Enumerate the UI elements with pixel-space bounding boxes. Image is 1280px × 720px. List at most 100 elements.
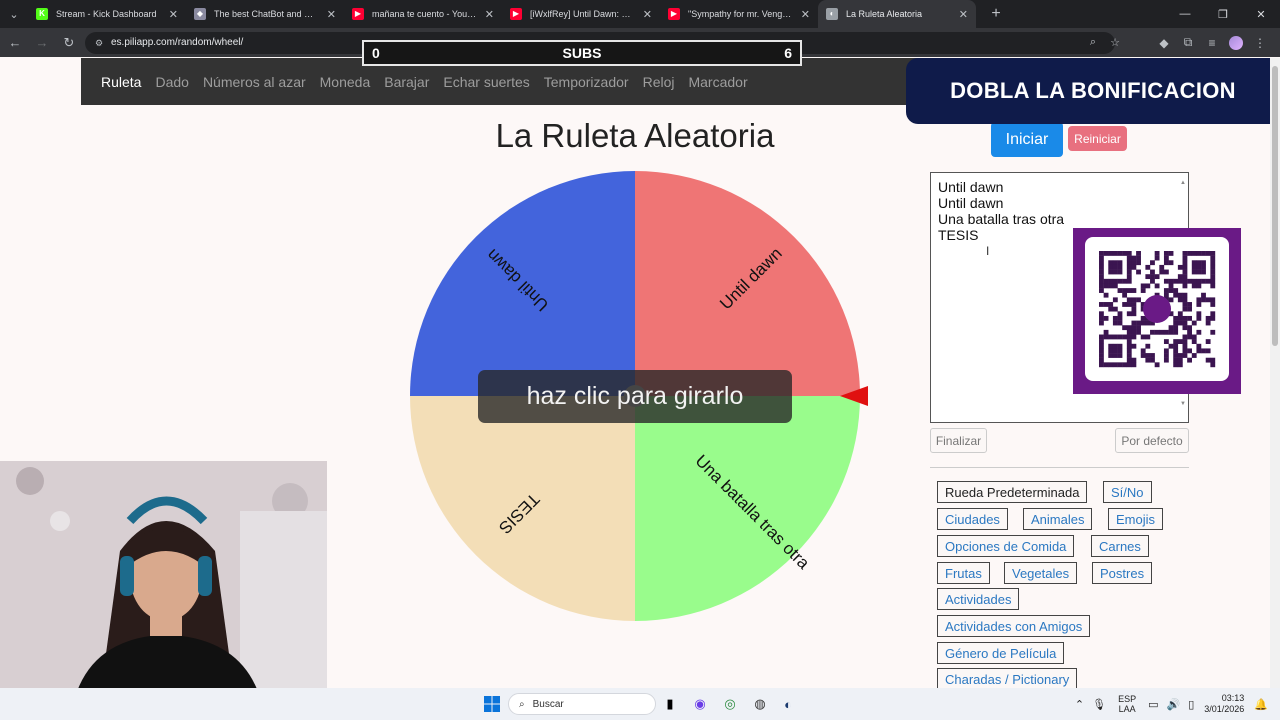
reload-icon[interactable]: ↻ [57,31,81,55]
site-nav-item[interactable]: Reloj [643,74,675,90]
subs-left-count: 0 [372,45,380,61]
close-tab-icon[interactable]: ✕ [643,8,652,21]
scroll-up-icon[interactable]: ▲ [1180,175,1186,191]
site-nav-item[interactable]: Echar suertes [443,74,529,90]
task-view-icon[interactable]: ▮ [660,694,680,714]
reset-button[interactable]: Reiniciar [1068,126,1127,151]
clock[interactable]: 03:13 3/01/2026 [1204,693,1244,715]
address-url: es.piliapp.com/random/wheel/ [111,37,244,48]
close-tab-icon[interactable]: ✕ [801,8,810,21]
zoom-icon[interactable]: ⌕ [1082,36,1104,49]
browser-menu-icon[interactable]: ⋮ [1248,36,1272,50]
finish-button[interactable]: Finalizar [930,428,987,453]
site-nav-item[interactable]: Moneda [320,74,371,90]
tab-title: mañana te cuento - YouTube [372,9,479,19]
default-button[interactable]: Por defecto [1115,428,1189,453]
preset-button[interactable]: Emojis [1108,508,1164,530]
preset-button[interactable]: Postres [1092,562,1153,584]
network-icon[interactable]: ▭ [1148,698,1158,711]
tab-title: "Sympathy for mr. Vengeance" [688,9,795,19]
window-controls: — ❐ ✕ [1166,0,1280,28]
battery-icon[interactable]: ▯ [1188,698,1194,711]
preset-button[interactable]: Carnes [1091,535,1149,557]
language-indicator[interactable]: ESP LAA [1118,694,1136,714]
notification-bell-icon[interactable]: 🔔 [1254,698,1268,711]
browser-tab[interactable]: K Stream - Kick Dashboard ✕ [28,0,186,28]
minimize-icon[interactable]: — [1166,0,1204,28]
close-tab-icon[interactable]: ✕ [485,8,494,21]
preset-button[interactable]: Frutas [937,562,990,584]
browser-tab[interactable]: ▶ mañana te cuento - YouTube ✕ [344,0,502,28]
clock-date: 3/01/2026 [1204,704,1245,714]
extension-icon[interactable]: ◆ [1152,36,1176,50]
lang-code: ESP [1118,694,1137,704]
preset-button[interactable]: Opciones de Comida [937,535,1075,557]
back-icon[interactable]: ← [3,31,27,55]
scrollbar-thumb[interactable] [1272,66,1278,346]
kick-icon: K [36,8,48,20]
tab-title: Stream - Kick Dashboard [56,9,157,19]
profile-avatar[interactable] [1229,35,1243,50]
discord-icon[interactable]: ◉ [690,694,710,714]
bookmark-star-icon[interactable]: ☆ [1104,36,1126,49]
subs-right-count: 6 [784,45,792,61]
omnibox-actions: ⌕ ☆ [1082,28,1126,57]
tab-search-icon[interactable]: ⌄ [0,0,28,28]
webcam-person-image [0,461,327,720]
site-nav-item[interactable]: Barajar [384,74,429,90]
taskbar-search-placeholder: Buscar [532,698,564,710]
browser-tab-strip: ⌄ K Stream - Kick Dashboard ✕ ◆ The best Cha… [0,0,1280,28]
scroll-down-icon[interactable]: ▼ [1180,396,1186,412]
preset-button[interactable]: Género de Película [937,642,1065,664]
browser-tab[interactable]: ▶ [iWxlfRey] Until Dawn: Noche d ✕ [502,0,660,28]
preset-button[interactable]: Animales [1023,508,1093,530]
page-scrollbar[interactable] [1270,58,1280,688]
site-info-icon[interactable]: ⚙ [93,37,105,49]
preset-button[interactable]: Actividades [937,588,1020,610]
youtube-icon: ▶ [510,8,522,20]
extensions-puzzle-icon[interactable]: ⧉ [1176,35,1200,50]
streamelements-icon: ◆ [194,8,206,20]
qr-code-overlay [1073,228,1241,394]
microphone-icon[interactable]: 🎙 [1092,698,1106,711]
windows-start-icon[interactable] [482,694,502,714]
subs-counter-overlay: 0 SUBS 6 [362,40,802,66]
volume-icon[interactable]: 🔊 [1166,698,1180,711]
start-button[interactable]: Iniciar [991,122,1063,157]
browser-tab[interactable]: ▶ "Sympathy for mr. Vengeance" ✕ [660,0,818,28]
preset-button[interactable]: Rueda Predeterminada [937,481,1088,503]
obs-icon[interactable]: ◍ [750,694,770,714]
steam-icon[interactable]: ◐ [778,694,798,714]
site-nav-item[interactable]: Marcador [688,74,747,90]
taskbar-search[interactable]: ⌕ Buscar [508,693,656,715]
search-icon: ⌕ [519,698,525,710]
close-tab-icon[interactable]: ✕ [959,8,968,21]
tab-title: [iWxlfRey] Until Dawn: Noche d [530,9,637,19]
close-window-icon[interactable]: ✕ [1242,0,1280,28]
tray-overflow-icon[interactable]: ⌃ [1075,698,1084,711]
preset-button[interactable]: Ciudades [937,508,1008,530]
spin-hint-overlay[interactable]: haz clic para girarlo [478,370,792,423]
close-tab-icon[interactable]: ✕ [169,8,178,21]
tab-title: The best ChatBot and Widgets [214,9,321,19]
reading-list-icon[interactable]: ≡ [1200,36,1224,50]
taskbar: ⌕ Buscar ▮ ◉ ◎ ◍ ◐ ⌃ 🎙 ESP LAA ▭ 🔊 ▯ 03:… [0,688,1280,720]
preset-button[interactable]: Actividades con Amigos [937,615,1091,637]
preset-button[interactable]: Charadas / Pictionary [937,668,1078,690]
preset-button[interactable]: Sí/No [1103,481,1152,503]
site-nav-item[interactable]: Ruleta [101,74,141,90]
chrome-icon[interactable]: ◎ [720,694,740,714]
close-tab-icon[interactable]: ✕ [327,8,336,21]
preset-button[interactable]: Vegetales [1004,562,1078,584]
forward-icon[interactable]: → [30,31,54,55]
new-tab-button[interactable]: + [986,5,1006,23]
browser-tab[interactable]: ◐ La Ruleta Aleatoria ✕ [818,0,976,28]
browser-tab[interactable]: ◆ The best ChatBot and Widgets ✕ [186,0,344,28]
piliapp-icon: ◐ [826,8,838,20]
restore-icon[interactable]: ❐ [1204,0,1242,28]
extension-area: ◆ ⧉ ≡ ⋮ [1152,28,1272,57]
site-nav-item[interactable]: Temporizador [544,74,629,90]
site-nav-item[interactable]: Dado [155,74,188,90]
site-nav-item[interactable]: Números al azar [203,74,306,90]
qr-code [1085,237,1229,381]
